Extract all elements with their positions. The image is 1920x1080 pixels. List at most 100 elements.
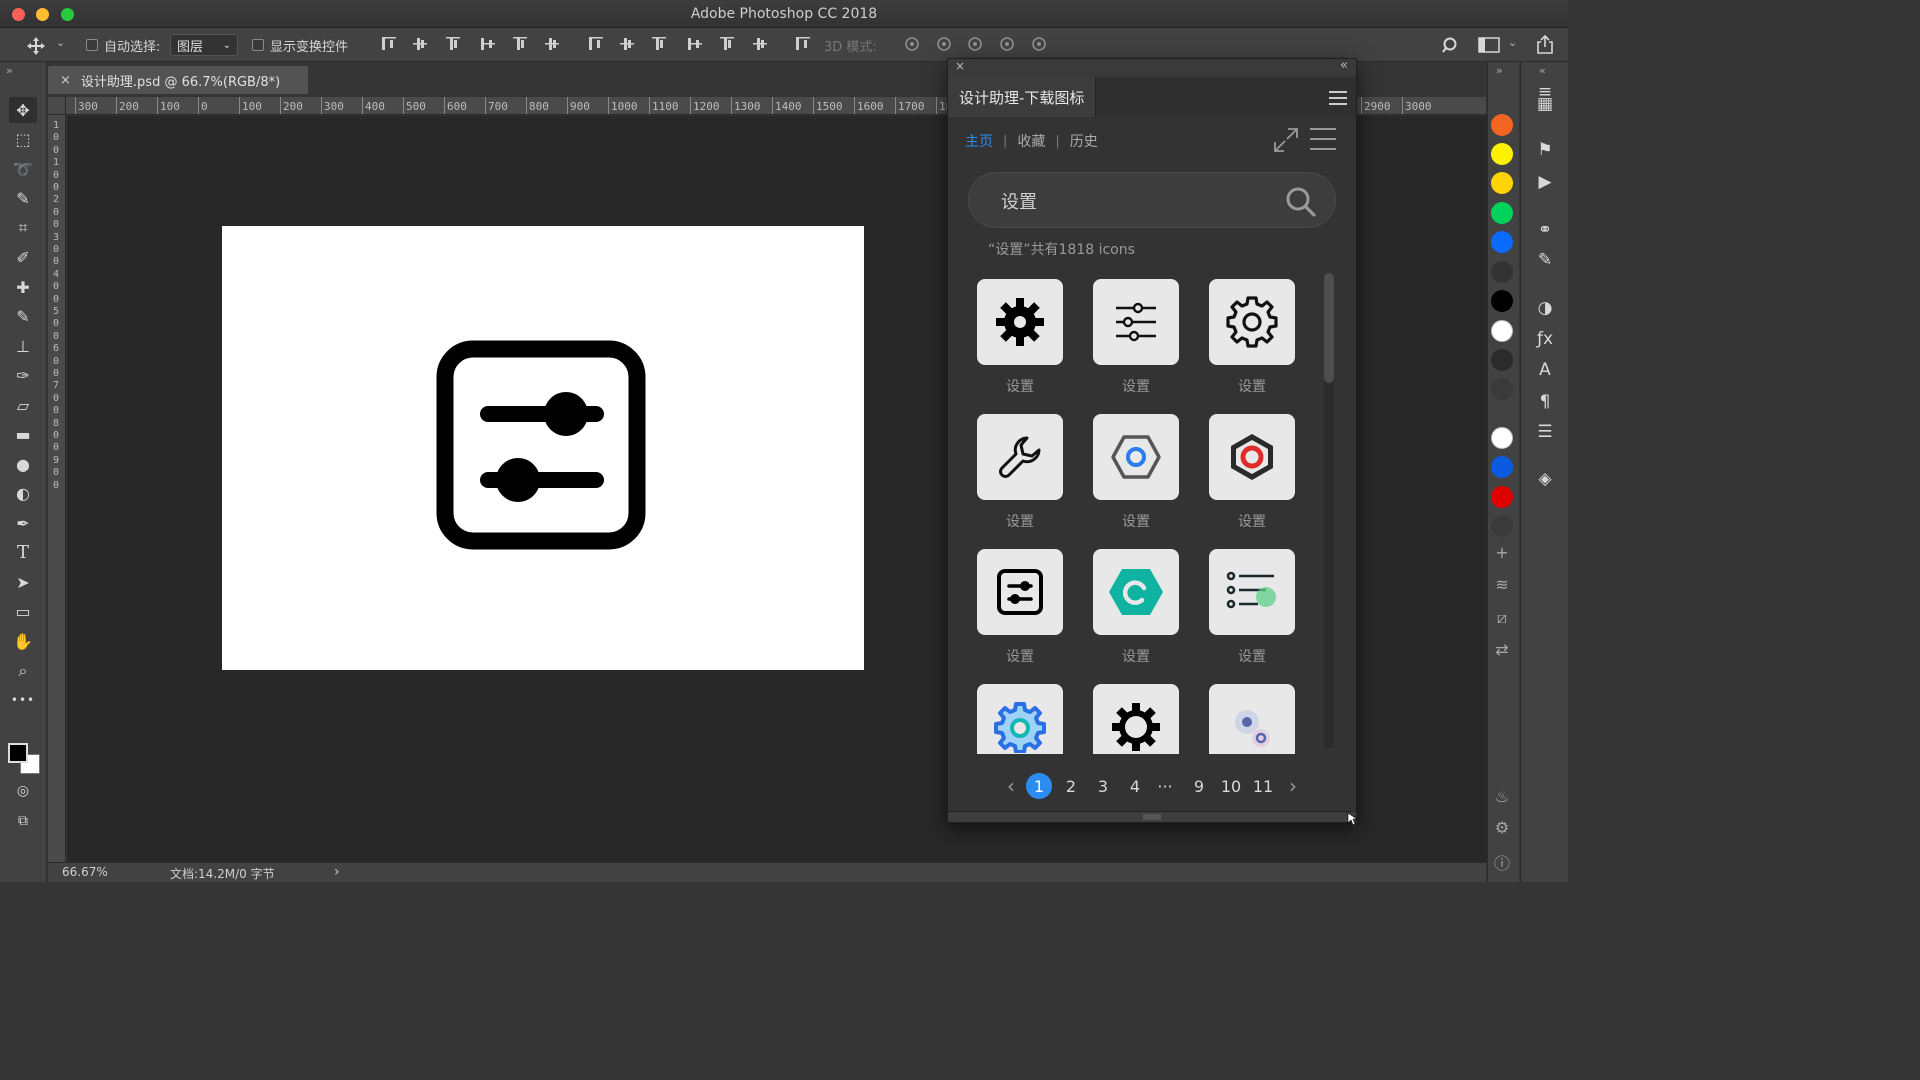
marquee-tool-icon[interactable]: ⬚ [9,127,37,153]
icon-card[interactable] [1093,549,1179,635]
page-button[interactable]: 10 [1218,773,1244,799]
icon-card[interactable] [1209,414,1295,500]
align-icon[interactable] [620,37,634,51]
move-tool-icon[interactable]: ✥ [9,97,37,123]
workspace-icon[interactable] [1478,37,1500,53]
history-panel-icon[interactable]: ⚑ [1532,138,1558,162]
color-swatch[interactable] [1491,515,1513,537]
page-button[interactable]: 11 [1250,773,1276,799]
color-swatch[interactable] [1491,114,1513,136]
layers-panel-icon[interactable]: ◈ [1532,467,1558,491]
paths-icon[interactable]: ✎ [1532,248,1558,272]
auto-select-dropdown[interactable]: 图层 ⌄ [170,34,238,56]
move-tool-icon[interactable] [26,36,46,56]
collapse-panel-icon[interactable]: « [1539,64,1546,77]
resize-grip[interactable] [1143,814,1161,820]
icon-card[interactable] [1093,414,1179,500]
align-icon[interactable] [545,37,559,51]
color-swatch[interactable] [1491,456,1513,478]
adjustments-icon[interactable]: ◑ [1532,296,1558,320]
quick-select-tool-icon[interactable]: ✎ [9,186,37,212]
chevron-down-icon[interactable]: ⌄ [56,36,65,49]
align-icon[interactable] [382,37,396,51]
3d-tool-icon[interactable] [935,35,953,53]
history-brush-icon[interactable]: ✑ [9,363,37,389]
color-swatch[interactable] [1491,427,1513,449]
settings-icon[interactable]: ⚙ [1491,818,1513,840]
lasso-tool-icon[interactable]: ➰ [9,156,37,182]
share-icon[interactable] [1536,34,1554,54]
align-icon[interactable] [446,37,460,51]
color-swatch[interactable] [1491,349,1513,371]
gradient-tool-icon[interactable]: ▬ [9,422,37,448]
align-icon[interactable] [796,37,810,51]
paragraph-icon[interactable]: ¶ [1532,390,1558,414]
plugin-icon[interactable]: ♨ [1491,787,1513,809]
path-select-tool-icon[interactable]: ➤ [9,569,37,595]
swap-icon[interactable]: ⇄ [1491,640,1513,662]
3d-tool-icon[interactable] [966,35,984,53]
brush-tool-icon[interactable]: ✎ [9,304,37,330]
status-arrow-icon[interactable]: › [334,864,340,880]
ruler-origin[interactable] [48,97,66,115]
rectangle-tool-icon[interactable]: ▭ [9,599,37,625]
character-icon[interactable]: A [1532,358,1558,382]
color-swatch[interactable] [1491,231,1513,253]
healing-tool-icon[interactable]: ✚ [9,274,37,300]
color-swatch[interactable] [1491,486,1513,508]
foreground-color-swatch[interactable] [8,743,28,763]
next-page-button[interactable]: › [1280,773,1306,799]
checkbox-icon[interactable] [252,39,264,51]
zoom-tool-icon[interactable]: ⌕ [9,658,37,684]
color-swatch[interactable] [1491,378,1513,400]
color-swatch[interactable] [1491,261,1513,283]
fx-icon[interactable]: ƒx [1532,327,1558,351]
color-swatch[interactable] [1491,202,1513,224]
stamp-tool-icon[interactable]: ⊥ [9,333,37,359]
play-icon[interactable]: ▶ [1532,170,1558,194]
page-button[interactable]: 4 [1122,773,1148,799]
collapse-panel-icon[interactable]: » [6,64,13,77]
prev-page-button[interactable]: ‹ [998,773,1024,799]
show-transform-checkbox[interactable]: 显示变换控件 [252,28,348,62]
zoom-level[interactable]: 66.67% [62,865,108,879]
close-icon[interactable]: × [60,73,71,88]
add-icon[interactable]: + [1491,543,1513,565]
checkbox-icon[interactable] [86,39,98,51]
auto-select-checkbox[interactable]: 自动选择: [86,28,160,62]
icon-card[interactable] [977,414,1063,500]
more-tools-icon[interactable]: ••• [9,687,37,713]
align-icon[interactable] [513,37,527,51]
quick-mask-icon[interactable]: ◎ [9,778,37,804]
vertical-ruler[interactable]: 100100200300400500600700800900 [48,115,66,862]
no-color-icon[interactable]: ⧄ [1491,608,1513,630]
type-tool-icon[interactable]: T [9,540,37,566]
page-button[interactable]: 1 [1026,773,1052,799]
icon-card[interactable] [1209,684,1295,756]
icon-card[interactable] [1209,549,1295,635]
align-icon[interactable] [652,37,666,51]
eraser-tool-icon[interactable]: ▱ [9,392,37,418]
expand-panel-icon[interactable]: » [1496,64,1503,77]
align-icon[interactable] [589,37,603,51]
3d-tool-icon[interactable] [1030,35,1048,53]
scrollbar-track[interactable] [1324,273,1334,749]
crop-tool-icon[interactable]: ⌗ [9,215,37,241]
grid-icon[interactable]: ▦ [1532,92,1558,116]
screen-mode-icon[interactable]: ⧉ [9,808,37,834]
info-icon[interactable]: ⓘ [1491,850,1513,873]
page-button[interactable]: 2 [1058,773,1084,799]
color-swatch[interactable] [1491,320,1513,342]
icon-card[interactable] [1093,279,1179,365]
icon-card[interactable] [977,279,1063,365]
blur-tool-icon[interactable]: ● [9,451,37,477]
icon-card[interactable] [1093,684,1179,756]
document-canvas[interactable] [222,226,864,670]
align-icon[interactable] [481,37,495,51]
page-button[interactable]: 3 [1090,773,1116,799]
dodge-tool-icon[interactable]: ◐ [9,481,37,507]
color-swatch[interactable] [1491,143,1513,165]
pen-tool-icon[interactable]: ✒ [9,510,37,536]
hand-tool-icon[interactable]: ✋ [9,628,37,654]
icon-card[interactable] [1209,279,1295,365]
